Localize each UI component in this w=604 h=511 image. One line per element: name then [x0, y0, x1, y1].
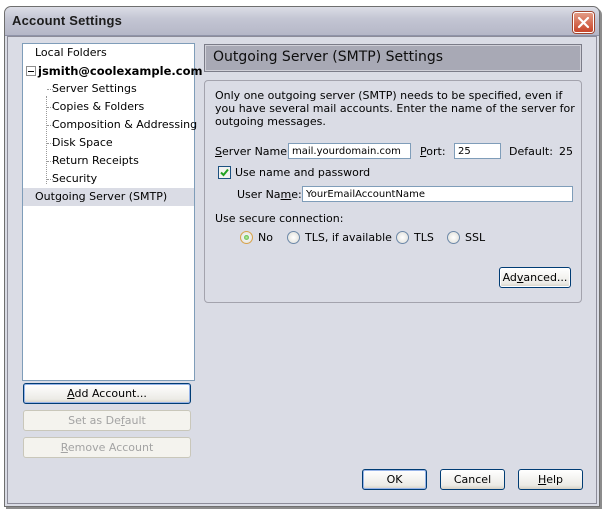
button-label: dd Account... [74, 387, 147, 400]
radio-secure-ssl[interactable] [447, 231, 460, 244]
button-label: anced... [523, 271, 568, 284]
panel-title: Outgoing Server (SMTP) Settings [213, 49, 444, 65]
button-label: ault [124, 414, 146, 427]
button-accesskey: R [60, 441, 68, 454]
button-label: Set as De [68, 414, 121, 427]
tree-item-label: Return Receipts [52, 154, 139, 167]
button-label: emove Account [67, 441, 154, 454]
radio-label-no[interactable]: No [258, 231, 273, 244]
label-text: ort: [426, 145, 446, 158]
tree-item-label: Local Folders [35, 46, 107, 59]
label-text: e: [291, 188, 302, 201]
use-auth-label[interactable]: Use name and password [235, 166, 370, 179]
radio-secure-tls-if-available[interactable] [287, 231, 300, 244]
description-text: Only one outgoing server (SMTP) needs to… [215, 89, 575, 128]
tree-item-local-folders[interactable]: Local Folders [23, 44, 194, 62]
tree-item-label: Copies & Folders [52, 100, 145, 113]
label-text: erver Name: [221, 145, 291, 158]
set-as-default-button[interactable]: Set as Default [23, 410, 191, 431]
user-name-input[interactable]: YourEmailAccountName [302, 186, 573, 202]
label-text: User Na [237, 188, 281, 201]
add-account-button[interactable]: Add Account... [23, 383, 191, 404]
button-accesskey: H [537, 473, 547, 486]
tree-item-composition-addressing[interactable]: Composition & Addressing [23, 116, 198, 134]
remove-account-button[interactable]: Remove Account [23, 437, 191, 458]
tree-item-copies-folders[interactable]: Copies & Folders [23, 98, 194, 116]
radio-label-tls-if-available[interactable]: TLS, if available [305, 231, 392, 244]
server-name-label: Server Name: [215, 145, 291, 158]
title-bar: Account Settings [5, 7, 599, 36]
default-port-value: 25 [559, 145, 573, 158]
tree-item-disk-space[interactable]: Disk Space [23, 134, 194, 152]
account-tree: Local Folders jsmith@coolexample.com Ser… [22, 43, 202, 381]
tree-item-label: Security [52, 172, 98, 185]
tree-item-server-settings[interactable]: Server Settings [23, 80, 194, 98]
tree-item-label: jsmith@coolexample.com [38, 64, 203, 78]
tree-item-label: Outgoing Server (SMTP) [35, 190, 168, 203]
window-title: Account Settings [12, 13, 123, 28]
smtp-settings-group: Only one outgoing server (SMTP) needs to… [204, 80, 582, 303]
label-accesskey: m [280, 188, 292, 201]
server-name-input[interactable]: mail.yourdomain.com [288, 143, 411, 159]
tree-item-account[interactable]: jsmith@coolexample.com [23, 62, 202, 80]
account-settings-dialog: Account Settings Local Folders jsmith@co… [4, 6, 600, 507]
checkmark-icon [220, 168, 229, 177]
user-name-label: User Name: [237, 188, 302, 201]
default-port-label: Default: [509, 145, 553, 158]
advanced-button[interactable]: Advanced... [499, 267, 571, 288]
port-input[interactable]: 25 [454, 143, 501, 159]
button-label: elp [546, 473, 564, 486]
ok-button[interactable]: OK [362, 469, 427, 490]
cancel-button[interactable]: Cancel [440, 469, 505, 490]
dialog-body: Local Folders jsmith@coolexample.com Ser… [7, 36, 597, 504]
panel-header: Outgoing Server (SMTP) Settings [204, 44, 582, 72]
button-label: Ad [502, 271, 517, 284]
tree-item-label: Server Settings [52, 82, 137, 95]
close-icon [577, 16, 590, 29]
tree-item-outgoing-server[interactable]: Outgoing Server (SMTP) [23, 188, 194, 206]
radio-label-tls[interactable]: TLS [414, 231, 434, 244]
radio-secure-no[interactable] [240, 231, 253, 244]
tree-item-label: Disk Space [52, 136, 113, 149]
radio-label-ssl[interactable]: SSL [465, 231, 485, 244]
secure-connection-label: Use secure connection: [215, 212, 344, 225]
tree-item-label: Composition & Addressing [52, 118, 198, 131]
radio-secure-tls[interactable] [396, 231, 409, 244]
tree-item-security[interactable]: Security [23, 170, 194, 188]
port-label: Port: [420, 145, 446, 158]
label-accesskey: S [215, 145, 222, 158]
collapse-icon[interactable] [26, 66, 36, 76]
help-button[interactable]: Help [518, 469, 583, 490]
close-button[interactable] [573, 12, 594, 33]
tree-item-return-receipts[interactable]: Return Receipts [23, 152, 194, 170]
use-auth-checkbox[interactable] [218, 166, 231, 179]
